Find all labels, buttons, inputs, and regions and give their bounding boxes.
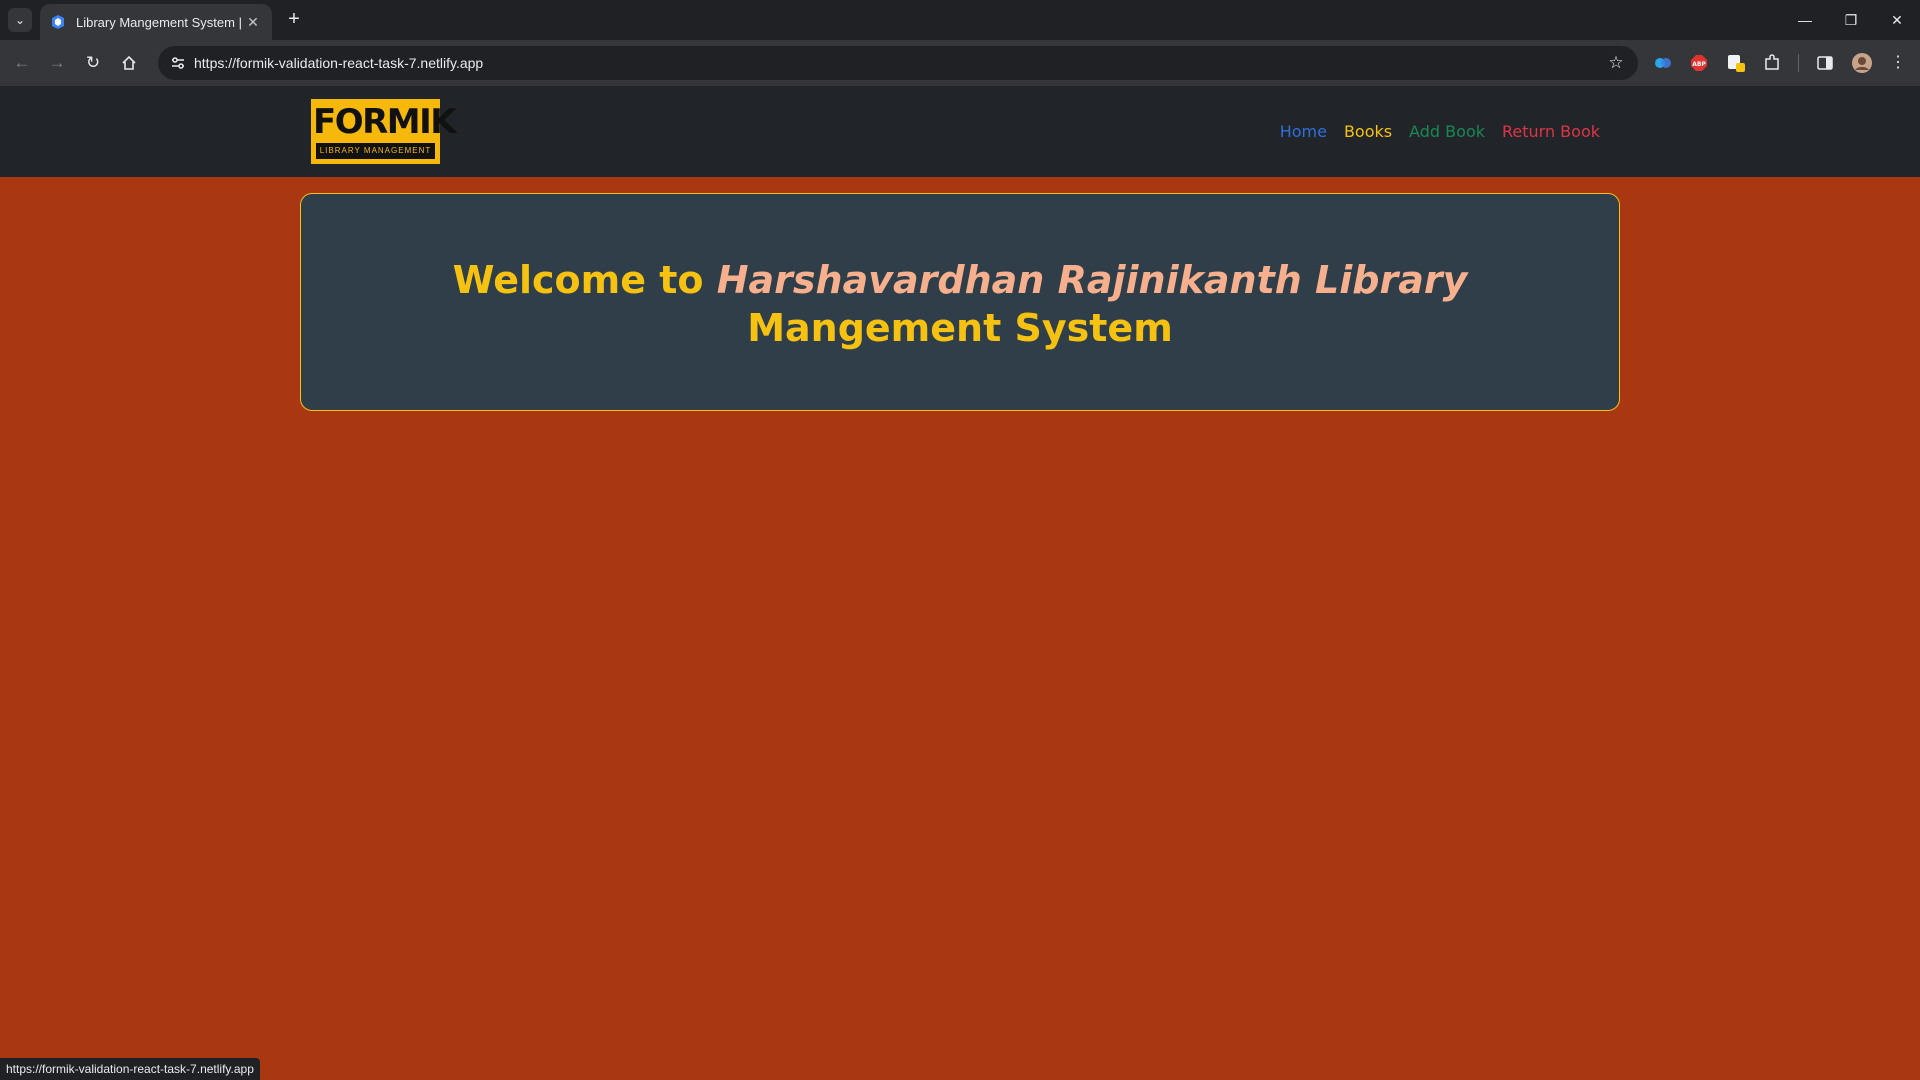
nav-links: Home Books Add Book Return Book — [1280, 122, 1600, 141]
url-text: https://formik-validation-react-task-7.n… — [194, 55, 484, 71]
home-icon[interactable] — [115, 49, 143, 77]
formik-logo[interactable]: FORMIK LIBRARY MANAGEMENT — [311, 99, 457, 164]
kebab-menu-icon[interactable]: ⋮ — [1886, 51, 1910, 75]
logo-word: FORMIK — [313, 102, 457, 142]
extension-badge-icon[interactable] — [1724, 51, 1748, 75]
nav-link-books[interactable]: Books — [1344, 122, 1392, 141]
site-info-icon[interactable] — [166, 51, 190, 75]
welcome-card: Welcome to Harshavardhan Rajinikanth Lib… — [300, 193, 1620, 411]
logo-subtitle: LIBRARY MANAGEMENT — [316, 143, 435, 159]
reload-icon[interactable]: ↻ — [79, 49, 107, 77]
welcome-heading: Welcome to Harshavardhan Rajinikanth Lib… — [341, 256, 1579, 352]
chevron-down-icon: ⌄ — [14, 13, 26, 27]
site-favicon-icon — [52, 15, 64, 29]
link-status-bar: https://formik-validation-react-task-7.n… — [0, 1058, 260, 1080]
puzzle-icon[interactable] — [1760, 51, 1784, 75]
browser-toolbar: ← → ↻ https://formik-validation-react-ta… — [0, 40, 1920, 86]
svg-text:ABP: ABP — [1692, 61, 1706, 68]
welcome-suffix: Mangement System — [747, 306, 1173, 350]
address-bar[interactable]: https://formik-validation-react-task-7.n… — [158, 46, 1638, 80]
back-arrow-icon[interactable]: ← — [8, 49, 36, 77]
new-tab-button[interactable]: + — [282, 8, 306, 32]
copilot-icon[interactable] — [1651, 51, 1675, 75]
welcome-library-name: Harshavardhan Rajinikanth Library — [716, 258, 1468, 302]
minimize-icon[interactable]: — — [1782, 0, 1828, 40]
profile-avatar-icon[interactable] — [1850, 51, 1874, 75]
welcome-prefix: Welcome to — [452, 258, 704, 302]
forward-arrow-icon[interactable]: → — [43, 49, 71, 77]
adblock-icon[interactable]: ABP — [1687, 51, 1711, 75]
nav-link-return-book[interactable]: Return Book — [1502, 122, 1600, 141]
restore-icon[interactable]: ❐ — [1828, 0, 1874, 40]
nav-link-home[interactable]: Home — [1280, 122, 1327, 141]
tab-title: Library Mangement System | Sw — [76, 14, 244, 30]
toolbar-divider — [1798, 54, 1799, 72]
close-tab-icon[interactable]: ✕ — [244, 14, 262, 31]
browser-tab-strip: ⌄ Library Mangement System | Sw ✕ + — ❐ … — [0, 0, 1920, 40]
browser-tab-active[interactable]: Library Mangement System | Sw ✕ — [40, 4, 272, 40]
nav-link-add-book[interactable]: Add Book — [1409, 122, 1485, 141]
side-panel-icon[interactable] — [1813, 51, 1837, 75]
close-window-icon[interactable]: ✕ — [1874, 0, 1920, 40]
site-navbar: FORMIK LIBRARY MANAGEMENT Home Books Add… — [0, 86, 1920, 177]
bookmark-star-icon[interactable]: ☆ — [1604, 51, 1628, 75]
tab-search-button[interactable]: ⌄ — [8, 8, 32, 32]
